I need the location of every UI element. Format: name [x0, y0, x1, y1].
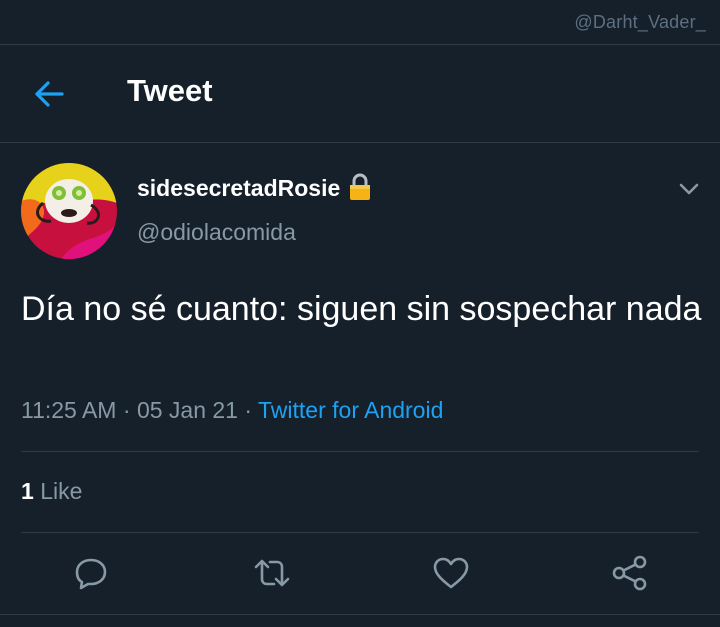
watermark: @Darht_Vader_ [574, 12, 706, 32]
divider [21, 451, 699, 452]
tweet-time: 11:25 AM [21, 397, 117, 423]
reply-button[interactable] [71, 553, 111, 593]
more-options-button[interactable] [676, 176, 702, 202]
retweet-button[interactable] [252, 553, 292, 593]
retweet-icon [254, 559, 290, 587]
author-display-name: sidesecretadRosie [137, 174, 341, 201]
divider [0, 142, 720, 143]
share-button[interactable] [610, 553, 650, 593]
tweet-date: 05 Jan 21 [136, 397, 238, 423]
tweet-source-link[interactable]: Twitter for Android [258, 397, 443, 423]
divider [21, 532, 699, 533]
likes-summary[interactable]: 1 Like [21, 478, 82, 505]
header: Tweet [0, 45, 720, 142]
share-icon [612, 555, 647, 591]
meta-separator: · [122, 397, 131, 423]
avatar-image [21, 163, 117, 259]
heart-icon [433, 557, 469, 589]
author-handle[interactable]: @odiolacomida [137, 219, 296, 246]
page-title: Tweet [127, 73, 213, 108]
like-button[interactable] [431, 553, 471, 593]
meta-separator: · [244, 397, 253, 423]
avatar[interactable] [21, 163, 117, 259]
tweet-text: Día no sé cuanto: siguen sin sospechar n… [21, 290, 702, 328]
tweet-meta: 11:25 AM · 05 Jan 21 · Twitter for Andro… [21, 397, 443, 424]
lock-icon [349, 173, 371, 201]
author-name[interactable]: sidesecretadRosie [137, 173, 371, 202]
back-button[interactable] [30, 75, 68, 113]
likes-label: Like [40, 478, 83, 504]
likes-count: 1 [21, 478, 34, 504]
arrow-left-icon [35, 81, 64, 107]
reply-icon [75, 558, 107, 590]
divider [0, 614, 720, 615]
chevron-down-icon [679, 183, 699, 195]
